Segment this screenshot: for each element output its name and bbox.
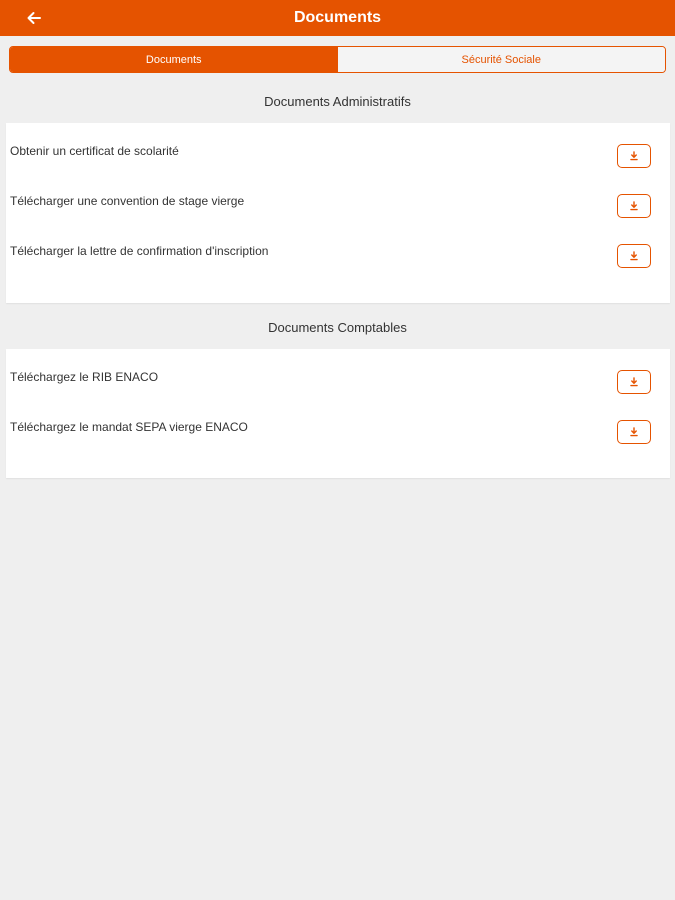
section-title-administratifs: Documents Administratifs bbox=[264, 94, 411, 109]
page-title: Documents bbox=[293, 9, 382, 26]
list-item-label: Téléchargez le mandat SEPA vierge ENACO bbox=[10, 420, 248, 434]
download-icon bbox=[630, 251, 638, 261]
list-item-label: Télécharger une convention de stage vier… bbox=[10, 194, 245, 208]
download-button-rib[interactable] bbox=[617, 370, 651, 394]
app-header: Documents bbox=[0, 0, 675, 36]
download-icon bbox=[630, 201, 638, 211]
card-documents-comptables: Téléchargez le RIB ENACO Téléchargez le … bbox=[6, 349, 670, 478]
download-button-convention[interactable] bbox=[617, 194, 651, 218]
download-button-lettre-confirmation[interactable] bbox=[617, 244, 651, 268]
segmented-tabs: Documents Sécurité Sociale bbox=[9, 46, 666, 73]
list-item-label: Téléchargez le RIB ENACO bbox=[10, 370, 159, 384]
list-item-label: Télécharger la lettre de confirmation d'… bbox=[10, 244, 269, 258]
tab-securite-sociale[interactable]: Sécurité Sociale bbox=[337, 47, 665, 72]
download-button-mandat-sepa[interactable] bbox=[617, 420, 651, 444]
card-documents-administratifs: Obtenir un certificat de scolarité Téléc… bbox=[6, 123, 670, 303]
download-button-certificat[interactable] bbox=[617, 144, 651, 168]
list-item-label: Obtenir un certificat de scolarité bbox=[10, 144, 179, 158]
tab-documents[interactable]: Documents bbox=[10, 47, 338, 72]
download-icon bbox=[630, 377, 638, 387]
download-icon bbox=[630, 427, 638, 437]
section-title-comptables: Documents Comptables bbox=[268, 320, 407, 335]
download-icon bbox=[630, 151, 638, 161]
